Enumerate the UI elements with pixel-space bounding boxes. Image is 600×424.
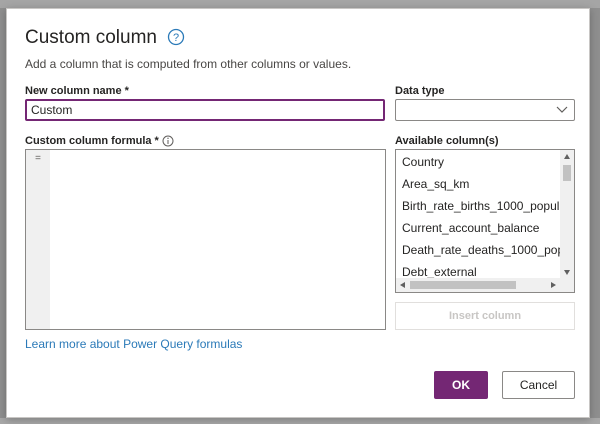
custom-column-dialog: Custom column ? Add a column that is com… (6, 8, 590, 418)
question-circle-icon[interactable]: ? (167, 28, 185, 46)
list-item[interactable]: Death_rate_deaths_1000_popu (402, 243, 571, 257)
cancel-button[interactable]: Cancel (502, 371, 575, 399)
chevron-down-icon (556, 106, 568, 113)
data-type-dropdown[interactable] (395, 99, 575, 121)
column-name-label: New column name * (25, 85, 129, 97)
background-app-strip (0, 0, 600, 8)
info-circle-icon[interactable] (162, 135, 174, 147)
background-app-strip-bottom (0, 418, 600, 424)
scroll-up-arrow-icon[interactable] (563, 153, 571, 161)
formula-editor[interactable]: = (25, 149, 386, 330)
horizontal-scroll-thumb[interactable] (410, 281, 516, 289)
formula-line-marker: = (35, 154, 42, 165)
ok-button[interactable]: OK (434, 371, 488, 399)
available-columns-list[interactable]: Country Area_sq_km Birth_rate_births_100… (395, 149, 575, 293)
formula-label: Custom column formula * (25, 135, 159, 147)
scroll-down-arrow-icon[interactable] (563, 268, 571, 276)
available-columns-label: Available column(s) (395, 135, 499, 147)
list-item[interactable]: Area_sq_km (402, 177, 469, 191)
vertical-scrollbar[interactable] (560, 150, 574, 278)
formula-line-gutter: = (26, 150, 50, 329)
scroll-left-arrow-icon[interactable] (399, 281, 407, 289)
scroll-right-arrow-icon[interactable] (549, 281, 557, 289)
column-name-input[interactable] (25, 99, 385, 121)
insert-column-button[interactable]: Insert column (395, 302, 575, 330)
data-type-label: Data type (395, 85, 445, 97)
horizontal-scrollbar[interactable] (396, 278, 574, 292)
list-item[interactable]: Birth_rate_births_1000_populat (402, 199, 569, 213)
dialog-title: Custom column (25, 27, 157, 48)
list-item[interactable]: Current_account_balance (402, 221, 539, 235)
list-item[interactable]: Debt_external (402, 265, 477, 279)
svg-text:?: ? (173, 32, 179, 44)
learn-more-link[interactable]: Learn more about Power Query formulas (25, 337, 242, 351)
dialog-subtitle: Add a column that is computed from other… (25, 57, 352, 71)
list-item[interactable]: Country (402, 155, 444, 169)
vertical-scroll-thumb[interactable] (563, 165, 571, 181)
